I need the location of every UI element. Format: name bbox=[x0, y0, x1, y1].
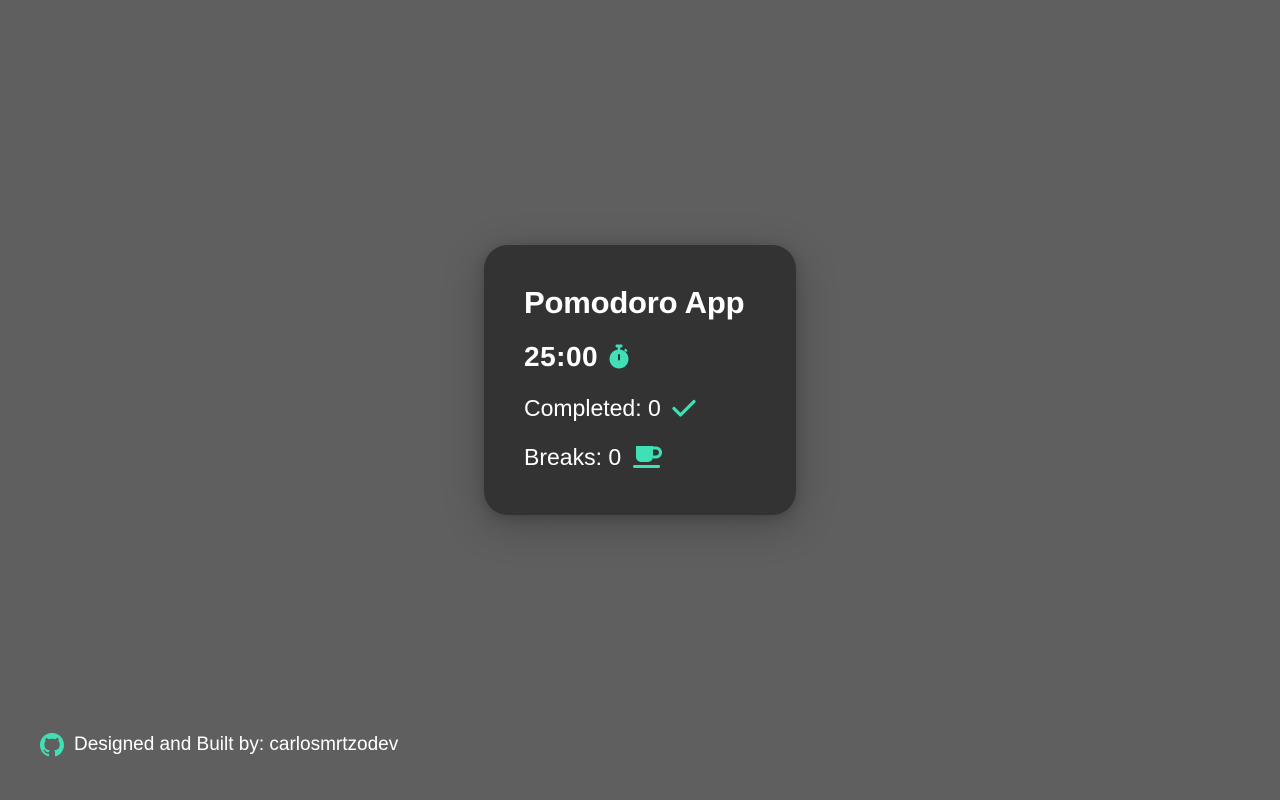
page: Pomodoro App 25:00 Completed: 0 Breaks: … bbox=[0, 0, 1280, 800]
coffee-cup-icon bbox=[631, 444, 663, 470]
breaks-row: Breaks: 0 bbox=[524, 442, 756, 472]
pomodoro-card: Pomodoro App 25:00 Completed: 0 Breaks: … bbox=[484, 245, 796, 515]
timer-display[interactable]: 25:00 bbox=[524, 343, 598, 371]
stopwatch-icon[interactable] bbox=[607, 344, 631, 370]
breaks-label: Breaks: bbox=[524, 443, 602, 470]
completed-label: Completed: bbox=[524, 394, 642, 421]
timer-row: 25:00 bbox=[524, 340, 756, 374]
completed-count: 0 bbox=[648, 394, 661, 421]
footer: Designed and Built by: carlosmrtzodev bbox=[40, 733, 398, 757]
completed-row: Completed: 0 bbox=[524, 393, 756, 423]
footer-credit-link[interactable]: Designed and Built by: carlosmrtzodev bbox=[74, 734, 398, 756]
app-title: Pomodoro App bbox=[524, 285, 745, 320]
check-icon bbox=[671, 397, 697, 419]
github-icon[interactable] bbox=[40, 733, 64, 757]
breaks-count: 0 bbox=[608, 443, 622, 470]
